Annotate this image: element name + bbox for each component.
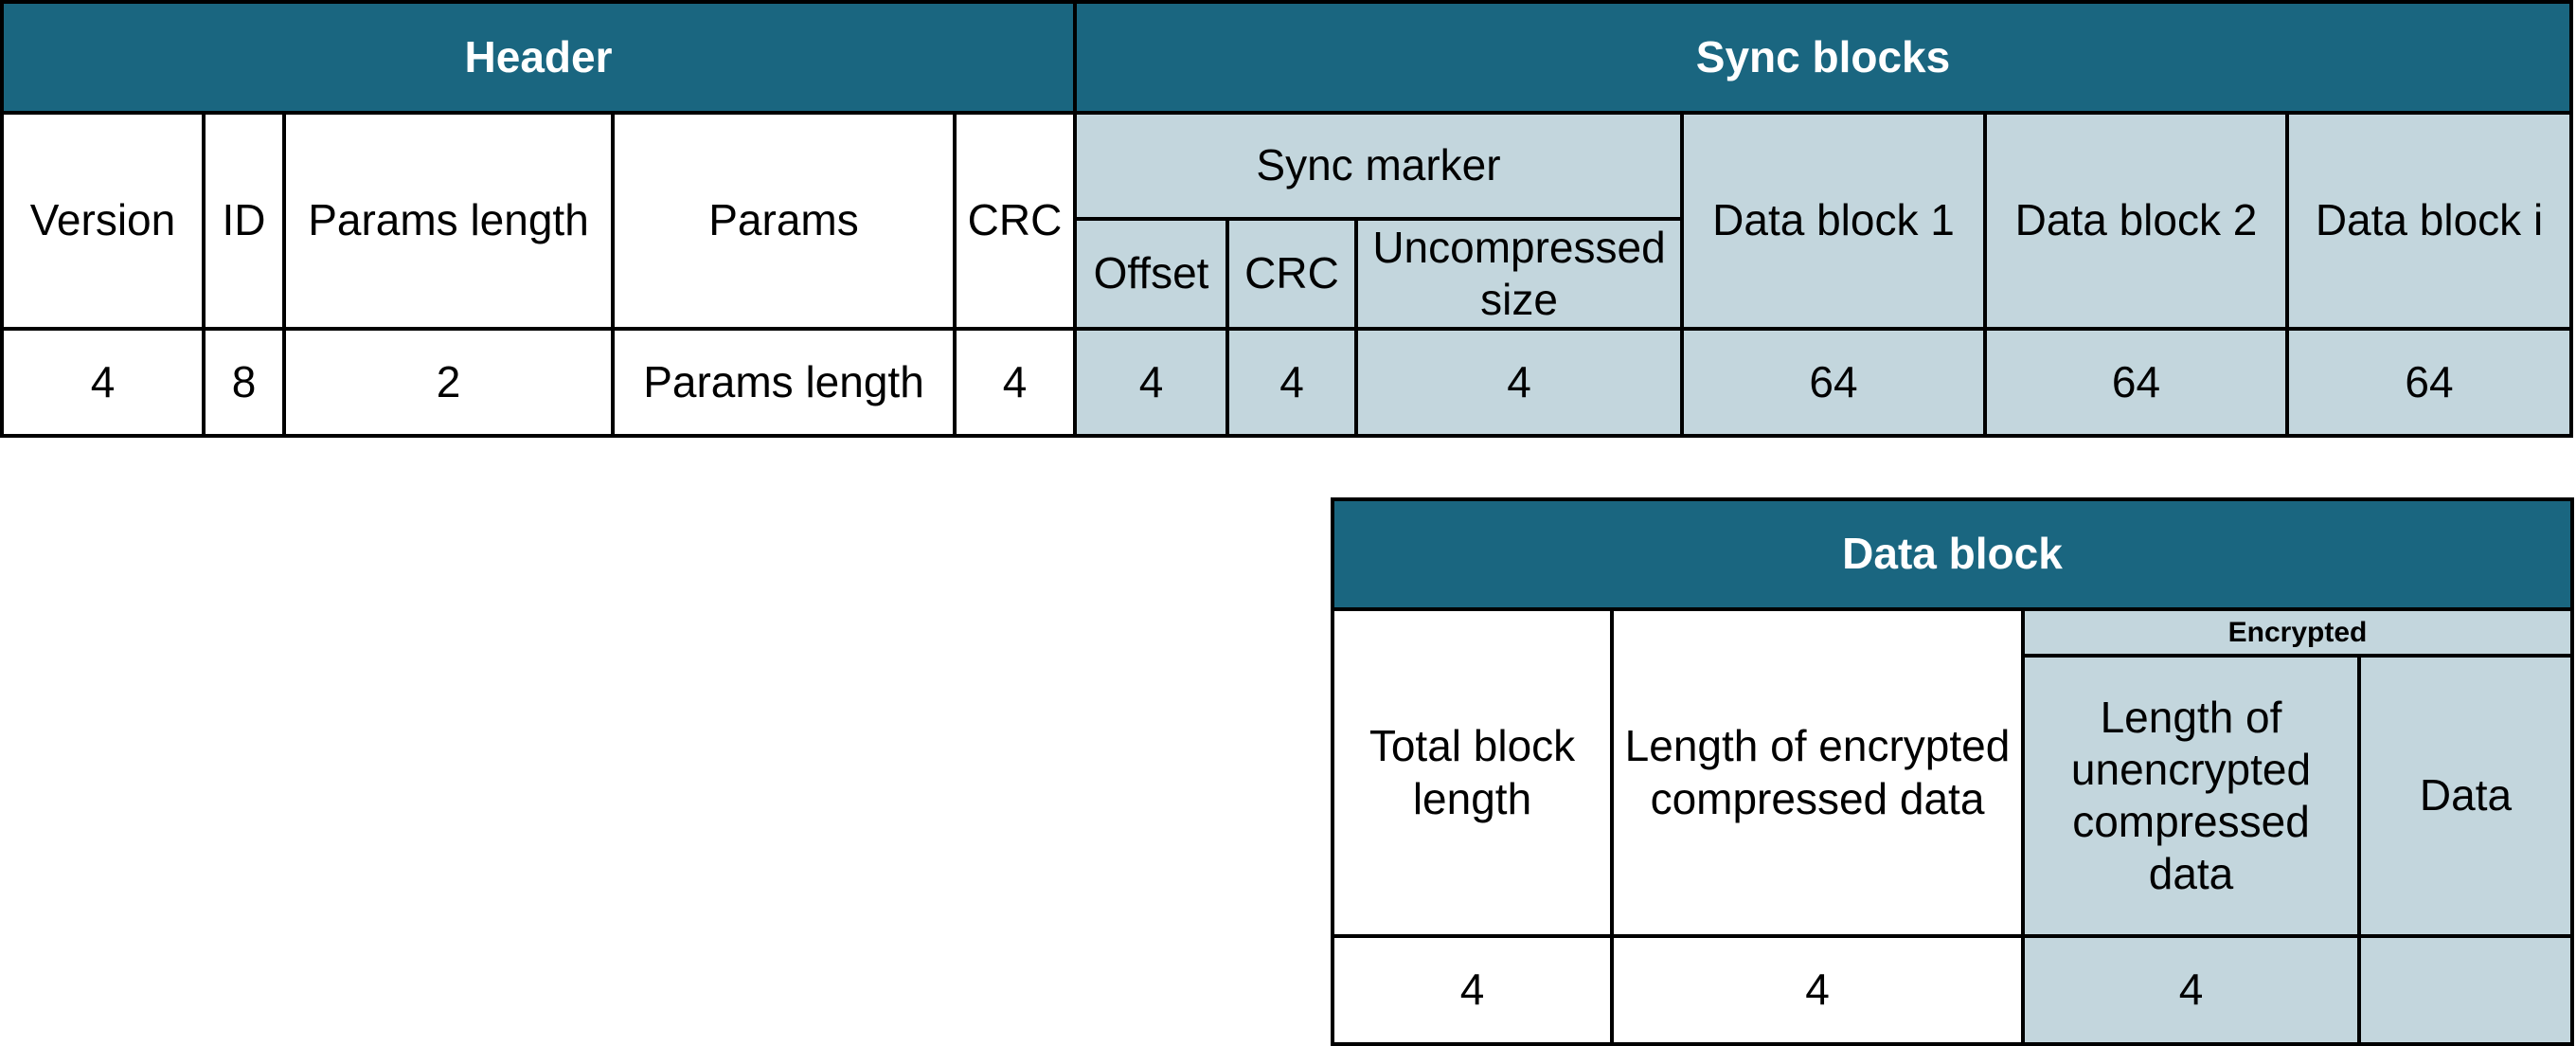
sync-marker-label: Sync marker (1073, 111, 1684, 221)
field-version-size: 4 (0, 327, 206, 438)
unencrypted-compressed-length-label: Length of unencrypted compressed data (2021, 654, 2361, 938)
sync-offset-label: Offset (1073, 217, 1229, 331)
sync-crc-size: 4 (1225, 327, 1358, 438)
field-params-length-size: 2 (282, 327, 615, 438)
field-params-length-label: Params length (282, 111, 615, 331)
data-label: Data (2357, 654, 2574, 938)
data-block-2-size: 64 (1983, 327, 2289, 438)
sync-crc-label: CRC (1225, 217, 1358, 331)
field-id-label: ID (202, 111, 286, 331)
data-block-section-title: Data block (1331, 497, 2574, 611)
field-id-size: 8 (202, 327, 286, 438)
field-crc-size: 4 (953, 327, 1077, 438)
total-block-length-size: 4 (1331, 934, 1614, 1046)
encrypted-compressed-length-label: Length of encrypted compressed data (1610, 607, 2025, 938)
data-block-i-label: Data block i (2285, 111, 2573, 331)
data-block-1-size: 64 (1680, 327, 1987, 438)
header-section-title: Header (0, 0, 1077, 115)
field-params-size: Params length (611, 327, 957, 438)
field-params-label: Params (611, 111, 957, 331)
sync-uncompressed-size-size: 4 (1354, 327, 1684, 438)
sync-uncompressed-size-label: Uncompressed size (1354, 217, 1684, 331)
unencrypted-compressed-length-size: 4 (2021, 934, 2361, 1046)
sync-offset-size: 4 (1073, 327, 1229, 438)
total-block-length-label: Total block length (1331, 607, 1614, 938)
field-crc-label: CRC (953, 111, 1077, 331)
encrypted-compressed-length-size: 4 (1610, 934, 2025, 1046)
data-block-2-label: Data block 2 (1983, 111, 2289, 331)
encrypted-group-label: Encrypted (2021, 607, 2574, 658)
data-block-1-label: Data block 1 (1680, 111, 1987, 331)
data-block-i-size: 64 (2285, 327, 2573, 438)
field-version-label: Version (0, 111, 206, 331)
sync-blocks-section-title: Sync blocks (1073, 0, 2573, 115)
data-size (2357, 934, 2574, 1046)
